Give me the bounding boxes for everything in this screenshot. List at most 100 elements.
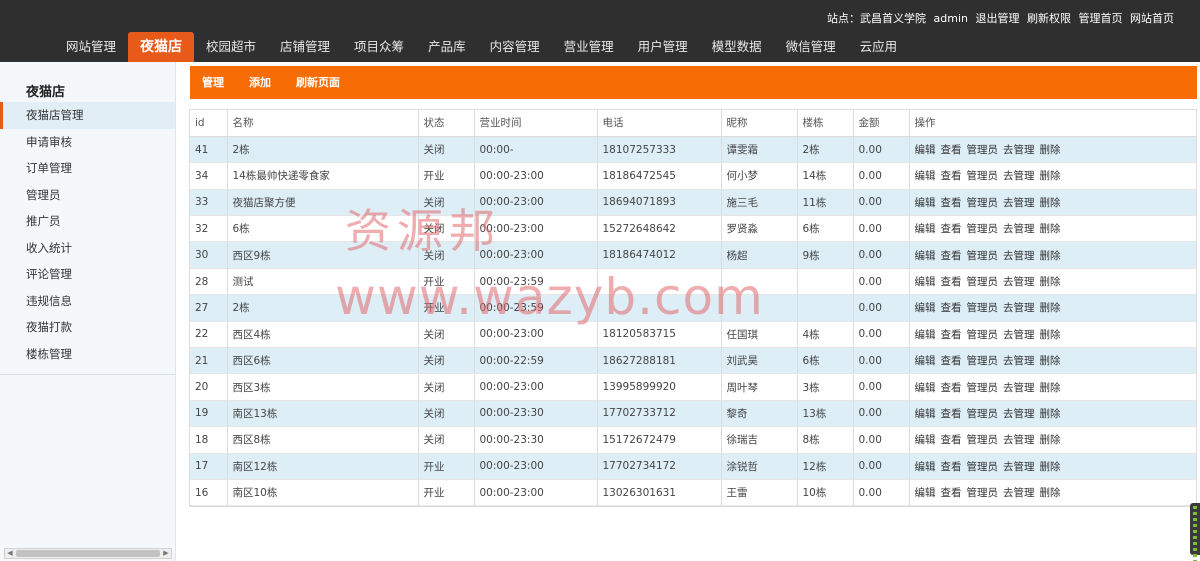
- nav-item-7[interactable]: 营业管理: [552, 32, 626, 62]
- sidebar-horizontal-scrollbar[interactable]: ◀ ▶: [4, 548, 172, 559]
- row-action-link[interactable]: 查看: [941, 329, 962, 341]
- row-action-link[interactable]: 删除: [1040, 408, 1061, 420]
- row-action-link[interactable]: 管理员: [967, 144, 999, 156]
- row-action-link[interactable]: 查看: [941, 461, 962, 473]
- row-action-link[interactable]: 删除: [1040, 355, 1061, 367]
- admin-home-link[interactable]: 管理首页: [1079, 12, 1123, 25]
- nav-item-10[interactable]: 微信管理: [774, 32, 848, 62]
- scroll-right-icon[interactable]: ▶: [161, 549, 171, 558]
- row-action-link[interactable]: 编辑: [915, 276, 936, 288]
- row-action-link[interactable]: 删除: [1040, 197, 1061, 209]
- logout-link[interactable]: 退出管理: [976, 12, 1020, 25]
- row-action-link[interactable]: 查看: [941, 144, 962, 156]
- row-action-link[interactable]: 管理员: [967, 329, 999, 341]
- row-action-link[interactable]: 去管理: [1003, 197, 1035, 209]
- sidebar-item-0[interactable]: 夜猫店管理: [0, 102, 175, 129]
- row-action-link[interactable]: 删除: [1040, 302, 1061, 314]
- row-action-link[interactable]: 去管理: [1003, 487, 1035, 499]
- row-action-link[interactable]: 查看: [941, 408, 962, 420]
- row-action-link[interactable]: 管理员: [967, 487, 999, 499]
- row-action-link[interactable]: 去管理: [1003, 434, 1035, 446]
- nav-item-4[interactable]: 项目众筹: [342, 32, 416, 62]
- scrollbar-thumb[interactable]: [16, 550, 160, 557]
- row-action-link[interactable]: 删除: [1040, 382, 1061, 394]
- row-action-link[interactable]: 查看: [941, 487, 962, 499]
- refresh-permission-link[interactable]: 刷新权限: [1027, 12, 1071, 25]
- row-action-link[interactable]: 删除: [1040, 461, 1061, 473]
- row-action-link[interactable]: 查看: [941, 302, 962, 314]
- add-button[interactable]: 添加: [249, 66, 271, 99]
- row-action-link[interactable]: 查看: [941, 197, 962, 209]
- row-action-link[interactable]: 去管理: [1003, 461, 1035, 473]
- nav-item-2[interactable]: 校园超市: [194, 32, 268, 62]
- row-action-link[interactable]: 删除: [1040, 434, 1061, 446]
- row-action-link[interactable]: 编辑: [915, 487, 936, 499]
- row-action-link[interactable]: 去管理: [1003, 408, 1035, 420]
- row-action-link[interactable]: 管理员: [967, 382, 999, 394]
- row-action-link[interactable]: 编辑: [915, 329, 936, 341]
- sidebar-item-4[interactable]: 推广员: [0, 208, 175, 235]
- sidebar-item-8[interactable]: 夜猫打款: [0, 314, 175, 341]
- row-action-link[interactable]: 去管理: [1003, 170, 1035, 182]
- row-action-link[interactable]: 删除: [1040, 276, 1061, 288]
- row-action-link[interactable]: 删除: [1040, 329, 1061, 341]
- row-action-link[interactable]: 删除: [1040, 487, 1061, 499]
- sidebar-item-7[interactable]: 违规信息: [0, 288, 175, 315]
- row-action-link[interactable]: 管理员: [967, 250, 999, 262]
- nav-item-5[interactable]: 产品库: [416, 32, 478, 62]
- row-action-link[interactable]: 编辑: [915, 434, 936, 446]
- row-action-link[interactable]: 去管理: [1003, 355, 1035, 367]
- row-action-link[interactable]: 删除: [1040, 144, 1061, 156]
- row-action-link[interactable]: 管理员: [967, 355, 999, 367]
- nav-item-0[interactable]: 网站管理: [54, 32, 128, 62]
- row-action-link[interactable]: 查看: [941, 223, 962, 235]
- row-action-link[interactable]: 查看: [941, 355, 962, 367]
- row-action-link[interactable]: 去管理: [1003, 223, 1035, 235]
- row-action-link[interactable]: 查看: [941, 434, 962, 446]
- row-action-link[interactable]: 编辑: [915, 461, 936, 473]
- row-action-link[interactable]: 管理员: [967, 223, 999, 235]
- sidebar-item-5[interactable]: 收入统计: [0, 235, 175, 262]
- nav-item-8[interactable]: 用户管理: [626, 32, 700, 62]
- nav-item-9[interactable]: 模型数据: [700, 32, 774, 62]
- row-action-link[interactable]: 管理员: [967, 170, 999, 182]
- row-action-link[interactable]: 编辑: [915, 382, 936, 394]
- row-action-link[interactable]: 管理员: [967, 461, 999, 473]
- row-action-link[interactable]: 编辑: [915, 302, 936, 314]
- row-action-link[interactable]: 查看: [941, 382, 962, 394]
- sidebar-item-2[interactable]: 订单管理: [0, 155, 175, 182]
- row-action-link[interactable]: 编辑: [915, 170, 936, 182]
- row-action-link[interactable]: 删除: [1040, 170, 1061, 182]
- sidebar-item-1[interactable]: 申请审核: [0, 129, 175, 156]
- row-action-link[interactable]: 查看: [941, 276, 962, 288]
- row-action-link[interactable]: 管理员: [967, 408, 999, 420]
- nav-item-11[interactable]: 云应用: [848, 32, 910, 62]
- manage-button[interactable]: 管理: [202, 66, 224, 99]
- row-action-link[interactable]: 去管理: [1003, 144, 1035, 156]
- row-action-link[interactable]: 编辑: [915, 144, 936, 156]
- nav-item-1[interactable]: 夜猫店: [128, 32, 195, 62]
- row-action-link[interactable]: 编辑: [915, 355, 936, 367]
- corner-widget[interactable]: [1190, 503, 1200, 561]
- row-action-link[interactable]: 去管理: [1003, 250, 1035, 262]
- row-action-link[interactable]: 删除: [1040, 250, 1061, 262]
- row-action-link[interactable]: 去管理: [1003, 382, 1035, 394]
- row-action-link[interactable]: 查看: [941, 250, 962, 262]
- row-action-link[interactable]: 去管理: [1003, 276, 1035, 288]
- sidebar-item-9[interactable]: 楼栋管理: [0, 341, 175, 368]
- row-action-link[interactable]: 编辑: [915, 223, 936, 235]
- nav-item-6[interactable]: 内容管理: [478, 32, 552, 62]
- row-action-link[interactable]: 管理员: [967, 302, 999, 314]
- row-action-link[interactable]: 管理员: [967, 197, 999, 209]
- row-action-link[interactable]: 管理员: [967, 276, 999, 288]
- nav-item-3[interactable]: 店铺管理: [268, 32, 342, 62]
- refresh-page-button[interactable]: 刷新页面: [296, 66, 340, 99]
- row-action-link[interactable]: 编辑: [915, 250, 936, 262]
- scroll-left-icon[interactable]: ◀: [5, 549, 15, 558]
- row-action-link[interactable]: 编辑: [915, 408, 936, 420]
- sidebar-item-3[interactable]: 管理员: [0, 182, 175, 209]
- row-action-link[interactable]: 管理员: [967, 434, 999, 446]
- row-action-link[interactable]: 删除: [1040, 223, 1061, 235]
- sidebar-item-6[interactable]: 评论管理: [0, 261, 175, 288]
- row-action-link[interactable]: 编辑: [915, 197, 936, 209]
